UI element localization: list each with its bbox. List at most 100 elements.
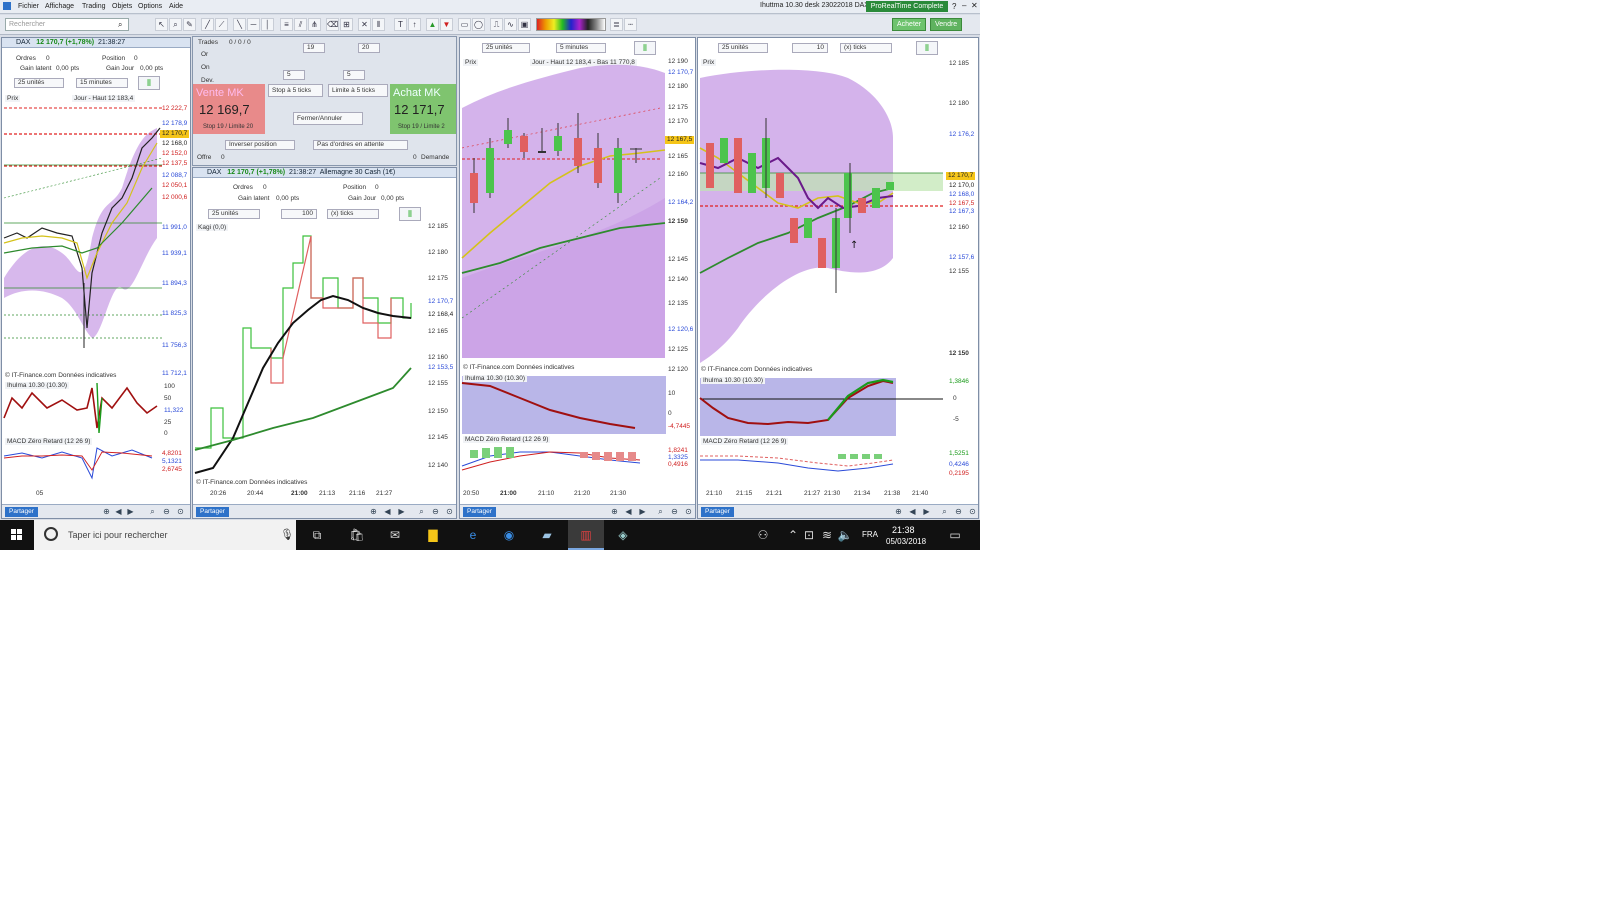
zoom-in-icon[interactable]: ⊕ [369, 507, 378, 516]
screen-icon[interactable]: ▣ [518, 18, 531, 31]
clock-date[interactable]: 05/03/2018 [886, 537, 926, 546]
limit-qty-input[interactable]: 20 [358, 43, 380, 53]
stop-qty-input[interactable]: 19 [303, 43, 325, 53]
stop-ticks-input[interactable]: 5 [283, 70, 305, 80]
fibo-tool-icon[interactable]: ≡ [280, 18, 293, 31]
notifications-icon[interactable]: ▭ [946, 526, 964, 544]
ind-tick: 0 [953, 395, 957, 402]
trendline-tool-icon[interactable]: ╱ [201, 18, 214, 31]
clock-time[interactable]: 21:38 [892, 525, 915, 535]
zoom-in-icon[interactable]: ⊕ [610, 507, 619, 516]
arrow-up-tool-icon[interactable]: ↑ [408, 18, 421, 31]
people-icon[interactable]: ⚇ [754, 526, 772, 544]
search-icon[interactable]: ⌕ [118, 20, 122, 30]
zoom-out-icon[interactable]: ⊖ [431, 507, 440, 516]
network-icon[interactable]: ⊡ [800, 526, 818, 544]
start-button[interactable] [0, 520, 34, 550]
share-button[interactable]: Partager [463, 507, 496, 517]
browser-icon[interactable]: ◉ [500, 526, 518, 544]
share-button[interactable]: Partager [5, 507, 38, 517]
segment-tool-icon[interactable]: ╲ [233, 18, 246, 31]
zoom-in-icon[interactable]: ⊕ [894, 507, 903, 516]
explorer-icon[interactable]: ▇ [424, 526, 442, 544]
zoom-reset-icon[interactable]: ⊙ [176, 507, 185, 516]
cross-tool-icon[interactable]: ✕ [358, 18, 371, 31]
store-icon[interactable]: 🛍 [348, 526, 366, 544]
next-icon[interactable]: ▶ [638, 507, 647, 516]
zoom-reset-icon[interactable]: ⊙ [968, 507, 977, 516]
offre-label: Offre [197, 154, 212, 161]
buy-toolbar-button[interactable]: Acheter [892, 18, 927, 31]
language-indicator[interactable]: FRA [862, 530, 878, 539]
zoom-out-icon[interactable]: ⊖ [670, 507, 679, 516]
zoom-tool-icon[interactable]: ⌕ [169, 18, 182, 31]
down-arrow-icon[interactable]: ▼ [440, 18, 453, 31]
ray-tool-icon[interactable]: ⟋ [215, 18, 228, 31]
close-icon[interactable]: ✕ [971, 1, 978, 10]
dashes-icon[interactable]: ┄ [624, 18, 637, 31]
volume-icon[interactable]: 🔈 [836, 526, 854, 544]
line-width-icon[interactable]: ≣ [610, 18, 623, 31]
pitchfork-tool-icon[interactable]: ⋔ [308, 18, 321, 31]
taskbar-search-input[interactable]: Taper ici pour rechercher [34, 520, 296, 550]
zoom-icon[interactable]: ⌕ [148, 507, 157, 516]
microphone-icon[interactable]: 🎙 [280, 528, 294, 541]
stop-ticks-button[interactable]: Stop à 5 ticks [268, 84, 323, 97]
zoom-out-icon[interactable]: ⊖ [162, 507, 171, 516]
vline-tool-icon[interactable]: │ [261, 18, 274, 31]
notes-icon[interactable]: ▰ [538, 526, 556, 544]
buy-market-button[interactable]: Achat MK 12 171,7 Stop 19 / Limite 2 [390, 84, 456, 134]
search-input[interactable]: Rechercher [5, 18, 129, 31]
zoom-reset-icon[interactable]: ⊙ [684, 507, 693, 516]
zoom-icon[interactable]: ⌕ [417, 507, 426, 516]
mail-icon[interactable]: ✉ [386, 526, 404, 544]
next-icon[interactable]: ▶ [126, 507, 135, 516]
reverse-button[interactable]: Inverser position [225, 140, 295, 150]
menu-fichier[interactable]: Fichier [18, 3, 39, 10]
color-palette[interactable] [536, 18, 606, 31]
ellipse-tool-icon[interactable]: ◯ [472, 18, 485, 31]
bars-tool-icon[interactable]: ⦀ [372, 18, 385, 31]
share-button[interactable]: Partager [196, 507, 229, 517]
edge-icon[interactable]: e [464, 526, 482, 544]
menu-trading[interactable]: Trading [82, 3, 105, 10]
limit-ticks-button[interactable]: Limite à 5 ticks [328, 84, 388, 97]
zoom-icon[interactable]: ⌕ [940, 507, 949, 516]
cursor-tool-icon[interactable]: ↖ [155, 18, 168, 31]
chart-style-icon[interactable]: ⎍ [490, 18, 503, 31]
next-icon[interactable]: ▶ [922, 507, 931, 516]
delete-tool-icon[interactable]: ⌫ [326, 18, 339, 31]
pencil-tool-icon[interactable]: ✎ [183, 18, 196, 31]
grid-tool-icon[interactable]: ⊞ [340, 18, 353, 31]
prev-icon[interactable]: ◀ [908, 507, 917, 516]
wifi-icon[interactable]: ≋ [818, 526, 836, 544]
zoom-reset-icon[interactable]: ⊙ [445, 507, 454, 516]
zoom-in-icon[interactable]: ⊕ [102, 507, 111, 516]
prev-icon[interactable]: ◀ [383, 507, 392, 516]
prev-icon[interactable]: ◀ [114, 507, 123, 516]
menu-options[interactable]: Options [138, 3, 162, 10]
channel-tool-icon[interactable]: ⫽ [294, 18, 307, 31]
cancel-button[interactable]: Fermer/Annuler [293, 112, 363, 125]
prev-icon[interactable]: ◀ [624, 507, 633, 516]
indicator-icon[interactable]: ∿ [504, 18, 517, 31]
sell-market-button[interactable]: Vente MK 12 169,7 Stop 19 / Limite 20 [193, 84, 265, 134]
price-box: 12 170,7 [668, 69, 694, 76]
zoom-out-icon[interactable]: ⊖ [954, 507, 963, 516]
share-button[interactable]: Partager [701, 507, 734, 517]
menu-affichage[interactable]: Affichage [45, 3, 74, 10]
sell-toolbar-button[interactable]: Vendre [930, 18, 963, 31]
menu-objets[interactable]: Objets [112, 3, 132, 10]
limit-ticks-input[interactable]: 5 [343, 70, 365, 80]
rectangle-tool-icon[interactable]: ▭ [458, 18, 471, 31]
app-icon[interactable]: ◈ [614, 526, 632, 544]
next-icon[interactable]: ▶ [397, 507, 406, 516]
task-view-icon[interactable]: ⧉ [308, 526, 326, 544]
help-icon[interactable]: ? [952, 2, 956, 11]
hline-tool-icon[interactable]: ─ [247, 18, 260, 31]
text-tool-icon[interactable]: T [394, 18, 407, 31]
menu-aide[interactable]: Aide [169, 3, 183, 10]
minimize-icon[interactable]: – [962, 1, 966, 10]
up-arrow-icon[interactable]: ▲ [426, 18, 439, 31]
zoom-icon[interactable]: ⌕ [656, 507, 665, 516]
